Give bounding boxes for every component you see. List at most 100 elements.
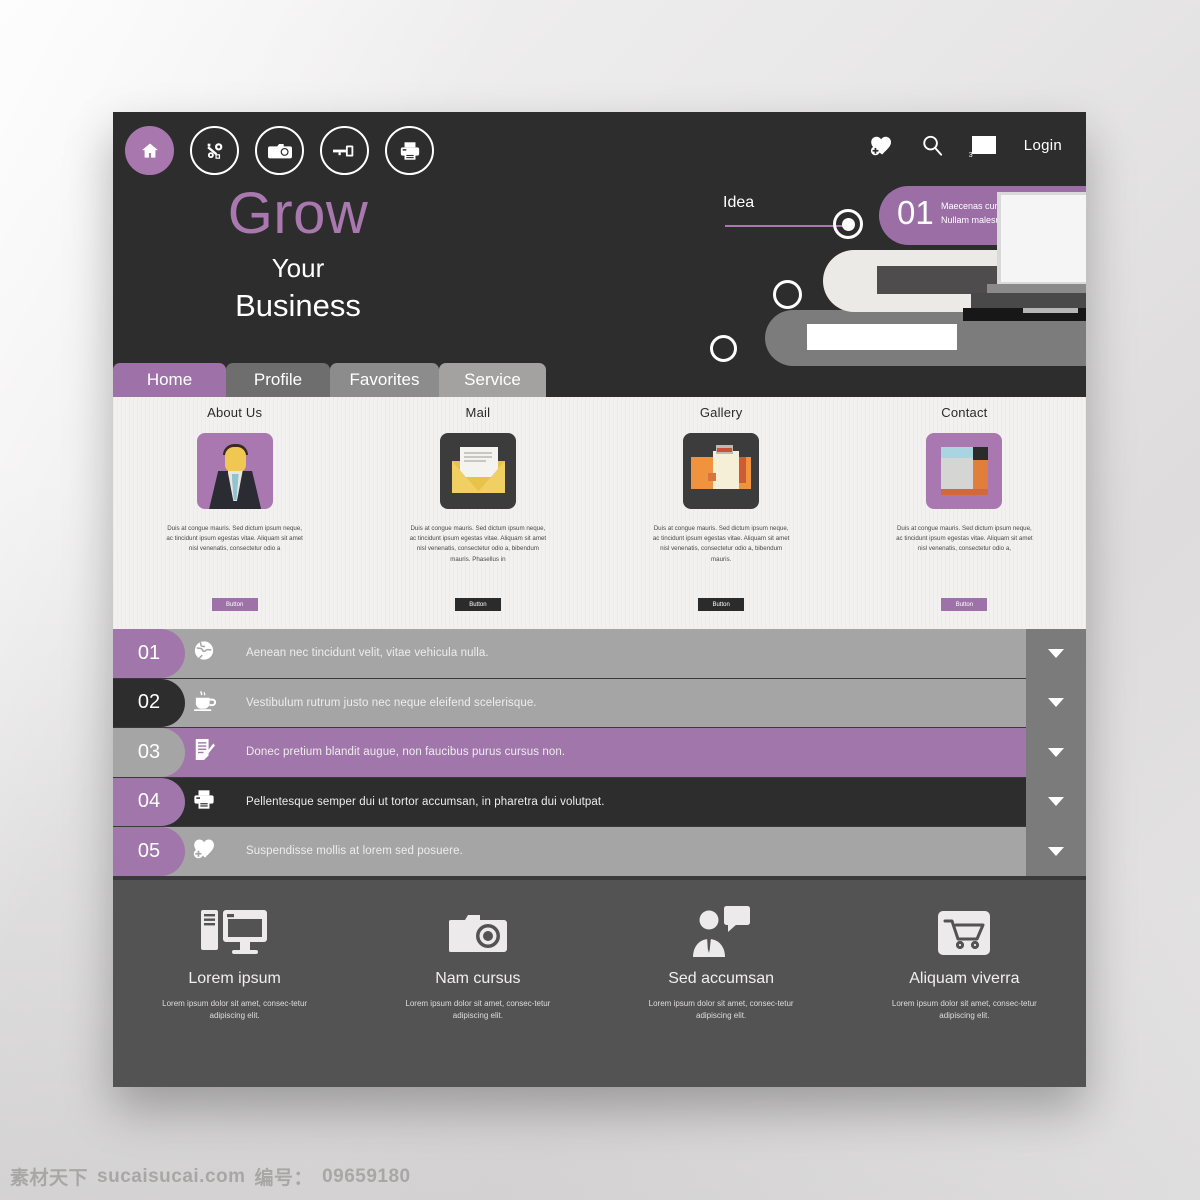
accordion-rows: 01 Aenean nec tincidunt velit, vitae veh… — [113, 629, 1026, 877]
tab-home[interactable]: Home — [113, 363, 226, 397]
slider-dot-active[interactable] — [833, 209, 863, 239]
card-button[interactable]: Button — [698, 598, 745, 611]
tab-favorites[interactable]: Favorites — [330, 363, 439, 397]
expand-arrow-01[interactable] — [1026, 629, 1086, 678]
accordion-row-02[interactable]: 02 Vestibulum rutrum justo nec neque ele… — [113, 678, 1026, 727]
mail-icon[interactable]: 3 — [969, 136, 997, 159]
feature-cards-section: About Us Duis at congue mauris. Sed dict… — [113, 397, 1086, 629]
printer-icon — [193, 788, 215, 815]
accordion-row-05[interactable]: 05 Suspendisse mollis at lorem sed posue… — [113, 827, 1026, 876]
card-button[interactable]: Button — [211, 598, 258, 611]
open-envelope-icon — [439, 433, 516, 509]
footer-item-sed-accumsan: Sed accumsan Lorem ipsum dolor sit amet,… — [600, 902, 843, 1087]
nav-camera-button[interactable] — [255, 126, 304, 175]
footer-text: Lorem ipsum dolor sit amet, consec-tetur… — [891, 999, 1037, 1021]
nav-settings-button[interactable] — [190, 126, 239, 175]
watermark-id-label: 编号： — [254, 1167, 314, 1189]
laptop-illustration — [963, 187, 1086, 347]
camera-icon — [267, 141, 292, 161]
hero-title-accent: Grow — [227, 181, 369, 246]
coffee-cup-icon — [193, 689, 217, 716]
card-body: Duis at congue mauris. Sed dictum ipsum … — [409, 525, 547, 563]
footer-title: Sed accumsan — [668, 970, 775, 987]
footer-title: Lorem ipsum — [188, 970, 281, 987]
card-title: Contact — [941, 405, 988, 420]
footer-section: Lorem ipsum Lorem ipsum dolor sit amet, … — [113, 880, 1086, 1087]
chevron-down-icon — [1048, 846, 1064, 856]
footer-text: Lorem ipsum dolor sit amet, consec-tetur… — [648, 999, 794, 1021]
nav-home-button[interactable] — [125, 126, 174, 175]
accordion-row-01[interactable]: 01 Aenean nec tincidunt velit, vitae veh… — [113, 629, 1026, 678]
home-icon — [140, 141, 160, 161]
businessman-avatar-icon — [196, 433, 273, 509]
card-body: Duis at congue mauris. Sed dictum ipsum … — [652, 525, 790, 563]
search-icon[interactable] — [921, 134, 944, 157]
tab-profile[interactable]: Profile — [226, 363, 330, 397]
slider-dot-3[interactable] — [710, 335, 737, 362]
accordion-number: 01 — [113, 629, 185, 678]
footer-text: Lorem ipsum dolor sit amet, consec-tetur… — [405, 999, 551, 1021]
accordion-number: 02 — [113, 678, 185, 727]
card-button[interactable]: Button — [941, 598, 988, 611]
accordion-number: 03 — [113, 728, 185, 777]
card-mail: Mail Duis at congue mauris. Sed dictum i… — [356, 397, 599, 629]
chevron-down-icon — [1048, 747, 1064, 757]
footer-text: Lorem ipsum dolor sit amet, consec-tetur… — [162, 999, 308, 1021]
accordion-expand-column — [1026, 629, 1086, 876]
expand-arrow-03[interactable] — [1026, 728, 1086, 777]
nav-printer-button[interactable] — [385, 126, 434, 175]
expand-arrow-05[interactable] — [1026, 827, 1086, 876]
watermark-site: sucaisucai.com — [97, 1165, 246, 1187]
expand-arrow-02[interactable] — [1026, 679, 1086, 728]
header-utility-bar: 3 Login — [870, 134, 1062, 159]
settings-icon — [204, 140, 226, 162]
watermark: 素材天下 sucaisucai.com 编号： 09659180 — [10, 1163, 411, 1190]
watermark-id-value: 09659180 — [322, 1165, 411, 1187]
contact-card-icon — [926, 433, 1003, 509]
footer-title: Nam cursus — [435, 970, 521, 987]
website-mockup: 3 Login Grow Your Business Idea 01 Maece… — [113, 112, 1086, 1087]
camera-icon — [356, 902, 599, 964]
chevron-down-icon — [1048, 698, 1064, 708]
printer-icon — [399, 140, 421, 162]
footer-item-aliquam-viverra: Aliquam viverra Lorem ipsum dolor sit am… — [843, 902, 1086, 1087]
hero-title-line2: Your — [271, 253, 325, 284]
heart-plus-icon[interactable] — [870, 135, 894, 156]
nav-key-button[interactable] — [320, 126, 369, 175]
accordion-row-04[interactable]: 04 Pellentesque semper dui ut tortor acc… — [113, 777, 1026, 826]
footer-item-nam-cursus: Nam cursus Lorem ipsum dolor sit amet, c… — [356, 902, 599, 1087]
card-about-us: About Us Duis at congue mauris. Sed dict… — [113, 397, 356, 629]
desktop-computer-icon — [113, 902, 356, 964]
photo-folder-icon — [683, 433, 760, 509]
hero-heading: Grow Your Business — [113, 184, 483, 324]
slider-dot-2[interactable] — [773, 280, 802, 309]
accordion-row-03[interactable]: 03 Donec pretium blandit augue, non fauc… — [113, 728, 1026, 777]
watermark-cn: 素材天下 — [10, 1167, 89, 1189]
card-button[interactable]: Button — [454, 598, 501, 611]
expand-arrow-04[interactable] — [1026, 778, 1086, 827]
mail-badge: 3 — [968, 152, 973, 159]
site-header: 3 Login Grow Your Business Idea 01 Maece… — [113, 112, 1086, 397]
card-contact: Contact Duis at congue mauris. Sed dictu… — [843, 397, 1086, 629]
slider-connector-line — [725, 225, 843, 227]
accordion-text: Aenean nec tincidunt velit, vitae vehicu… — [246, 647, 489, 660]
tab-service[interactable]: Service — [439, 363, 546, 397]
footer-title: Aliquam viverra — [909, 970, 1020, 987]
slider-label: Idea — [723, 194, 755, 211]
globe-icon — [193, 640, 215, 667]
chevron-down-icon — [1048, 648, 1064, 658]
login-button[interactable]: Login — [1024, 137, 1062, 154]
card-body: Duis at congue mauris. Sed dictum ipsum … — [166, 525, 303, 553]
accordion-text: Vestibulum rutrum justo nec neque eleife… — [246, 696, 537, 709]
header-icon-nav — [125, 126, 434, 175]
chevron-down-icon — [1048, 797, 1064, 807]
card-body: Duis at congue mauris. Sed dictum ipsum … — [896, 525, 1033, 553]
footer-item-lorem-ipsum: Lorem ipsum Lorem ipsum dolor sit amet, … — [113, 902, 356, 1087]
hero-title-line3: Business — [235, 288, 361, 324]
key-icon — [332, 143, 357, 159]
card-gallery: Gallery Duis at congue mauris. Sed dictu… — [600, 397, 843, 629]
accordion-text: Donec pretium blandit augue, non faucibu… — [246, 746, 566, 759]
person-chat-icon — [600, 902, 843, 964]
shopping-cart-icon — [843, 902, 1086, 964]
card-title: About Us — [207, 405, 263, 420]
